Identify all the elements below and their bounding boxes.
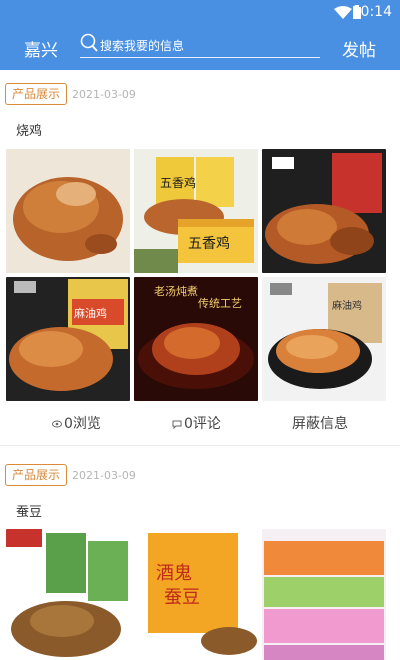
post-card[interactable]: 产品展示 2021-03-09 蚕豆 酒鬼 蚕豆 xyxy=(0,446,400,660)
svg-text:蚕豆: 蚕豆 xyxy=(164,587,200,608)
status-bar: 10:14 xyxy=(0,0,400,24)
product-image[interactable]: 麻油鸡 xyxy=(262,277,386,401)
search-input[interactable]: 搜索我要的信息 xyxy=(80,32,320,58)
views-count[interactable]: 0浏览 xyxy=(52,413,101,433)
wifi-icon xyxy=(334,6,352,19)
city-selector[interactable]: 嘉兴 xyxy=(24,36,58,61)
svg-text:麻油鸡: 麻油鸡 xyxy=(332,299,362,312)
post-title: 蚕豆 xyxy=(16,505,43,520)
product-image[interactable]: 老汤炖煮 传统工艺 xyxy=(134,277,258,401)
braised-chicken-image xyxy=(262,149,386,273)
product-image[interactable]: 麻油鸡 xyxy=(6,277,130,401)
product-image[interactable]: 五香鸡 五香鸡 xyxy=(134,149,258,273)
svg-text:酒鬼: 酒鬼 xyxy=(156,563,192,584)
post-title: 烧鸡 xyxy=(16,124,43,139)
five-spice-chicken-box-image: 五香鸡 五香鸡 xyxy=(134,149,258,273)
product-image[interactable]: 酒鬼 蚕豆 xyxy=(134,529,258,660)
broad-bean-bag-image: 酒鬼 蚕豆 xyxy=(134,529,258,660)
eye-icon xyxy=(52,420,62,428)
sesame-oil-chicken-image: 麻油鸡 xyxy=(6,277,130,401)
svg-text:麻油鸡: 麻油鸡 xyxy=(74,306,107,320)
comments-label: 0评论 xyxy=(184,416,221,432)
block-info-button[interactable]: 屏蔽信息 xyxy=(292,413,348,433)
post-date: 2021-03-09 xyxy=(72,469,136,482)
snack-packs-image xyxy=(262,529,386,660)
box-label: 五香鸡 xyxy=(188,235,230,252)
comments-count[interactable]: 0评论 xyxy=(172,413,221,433)
product-image[interactable] xyxy=(6,529,130,660)
product-image[interactable] xyxy=(262,149,386,273)
packaged-chicken-image: 麻油鸡 xyxy=(262,277,386,401)
product-image[interactable] xyxy=(262,529,386,660)
broad-bean-bags-image xyxy=(6,529,130,660)
svg-text:五香鸡: 五香鸡 xyxy=(160,175,196,190)
roast-chicken-image xyxy=(6,149,130,273)
svg-text:传统工艺: 传统工艺 xyxy=(198,297,242,310)
post-button[interactable]: 发帖 xyxy=(342,36,376,61)
product-image[interactable] xyxy=(6,149,130,273)
post-actions: 0浏览 0评论 屏蔽信息 xyxy=(0,413,400,439)
category-tag: 产品展示 xyxy=(5,83,67,105)
views-label: 0浏览 xyxy=(64,416,101,432)
category-tag: 产品展示 xyxy=(5,464,67,486)
search-placeholder: 搜索我要的信息 xyxy=(100,39,185,53)
comment-icon xyxy=(172,420,182,429)
search-icon xyxy=(80,33,98,52)
post-date: 2021-03-09 xyxy=(72,88,136,101)
feed: 产品展示 2021-03-09 烧鸡 五香鸡 五香鸡 麻油鸡 老汤炖煮 传统工艺… xyxy=(0,70,400,660)
svg-text:老汤炖煮: 老汤炖煮 xyxy=(154,284,198,298)
top-header: 嘉兴 搜索我要的信息 发帖 xyxy=(0,24,400,70)
traditional-chicken-image: 老汤炖煮 传统工艺 xyxy=(134,277,258,401)
post-card[interactable]: 产品展示 2021-03-09 烧鸡 五香鸡 五香鸡 麻油鸡 老汤炖煮 传统工艺… xyxy=(0,70,400,445)
status-time: 10:14 xyxy=(351,4,392,20)
